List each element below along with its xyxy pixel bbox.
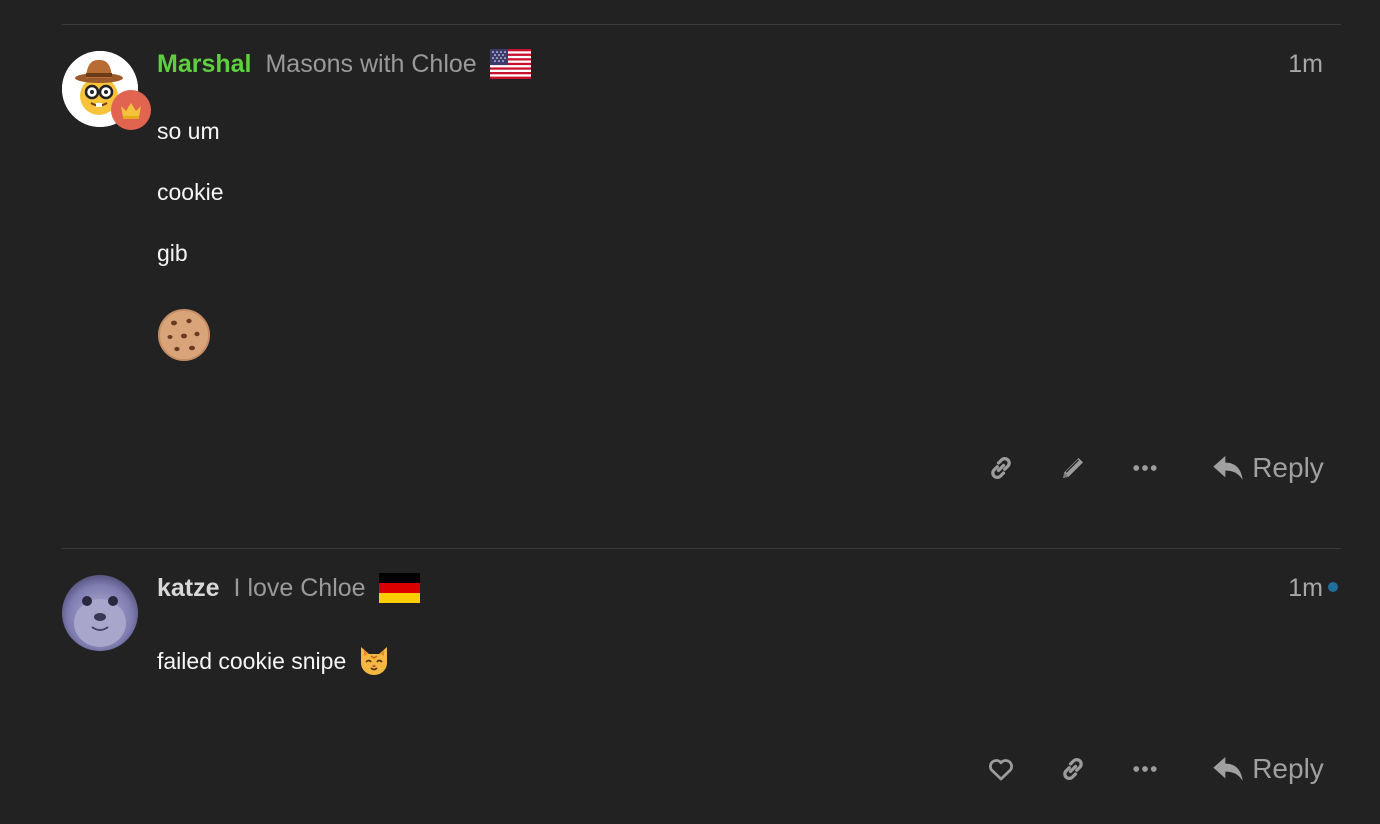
user-title: Masons with Chloe bbox=[265, 49, 477, 78]
reply-arrow-icon bbox=[1213, 456, 1243, 480]
copy-link-button[interactable] bbox=[978, 448, 1024, 488]
us-flag-icon bbox=[489, 49, 531, 79]
topic-post-stream: Marshal Masons with Chloe 1m so um cooki… bbox=[0, 0, 1380, 824]
more-icon bbox=[1133, 465, 1157, 471]
heart-icon bbox=[989, 759, 1013, 781]
more-icon bbox=[1133, 766, 1157, 772]
like-button[interactable] bbox=[978, 749, 1024, 789]
post-divider bbox=[62, 548, 1341, 549]
reply-label: Reply bbox=[1252, 452, 1324, 483]
post-paragraph: so um bbox=[157, 118, 220, 144]
post-paragraph: gib bbox=[157, 240, 188, 266]
post-actions: Reply bbox=[978, 749, 1338, 789]
show-more-actions-button[interactable] bbox=[1122, 749, 1168, 789]
post-text: failed cookie snipe bbox=[157, 648, 347, 674]
cookie-emoji-icon bbox=[158, 309, 210, 361]
post-date[interactable]: 1m bbox=[1288, 574, 1323, 603]
link-icon bbox=[991, 456, 1011, 480]
reply-button[interactable]: Reply bbox=[1210, 448, 1326, 488]
post-meta-names: Marshal Masons with Chloe bbox=[157, 47, 531, 81]
pencil-icon bbox=[1063, 458, 1083, 478]
post-meta-names: katze I love Chloe bbox=[157, 571, 420, 605]
reply-arrow-icon bbox=[1213, 757, 1243, 781]
post-paragraph: cookie bbox=[157, 179, 224, 205]
reply-label: Reply bbox=[1252, 753, 1324, 784]
cat-face-emoji-icon bbox=[360, 647, 387, 675]
reply-button[interactable]: Reply bbox=[1210, 749, 1326, 789]
copy-link-button[interactable] bbox=[1050, 749, 1096, 789]
post-paragraph: failed cookie snipe bbox=[157, 643, 391, 677]
post-date[interactable]: 1m bbox=[1288, 50, 1323, 79]
username-link[interactable]: katze bbox=[157, 574, 220, 603]
user-avatar[interactable] bbox=[62, 575, 138, 651]
post-divider bbox=[62, 24, 1341, 25]
link-icon bbox=[1063, 757, 1083, 781]
crown-icon bbox=[111, 90, 151, 130]
edit-post-button[interactable] bbox=[1050, 448, 1096, 488]
username-link[interactable]: Marshal bbox=[157, 50, 251, 79]
show-more-actions-button[interactable] bbox=[1122, 448, 1168, 488]
user-title: I love Chloe bbox=[233, 573, 366, 602]
germany-flag-icon bbox=[378, 573, 420, 603]
unread-indicator bbox=[1328, 582, 1338, 592]
post-actions: Reply bbox=[978, 448, 1338, 488]
